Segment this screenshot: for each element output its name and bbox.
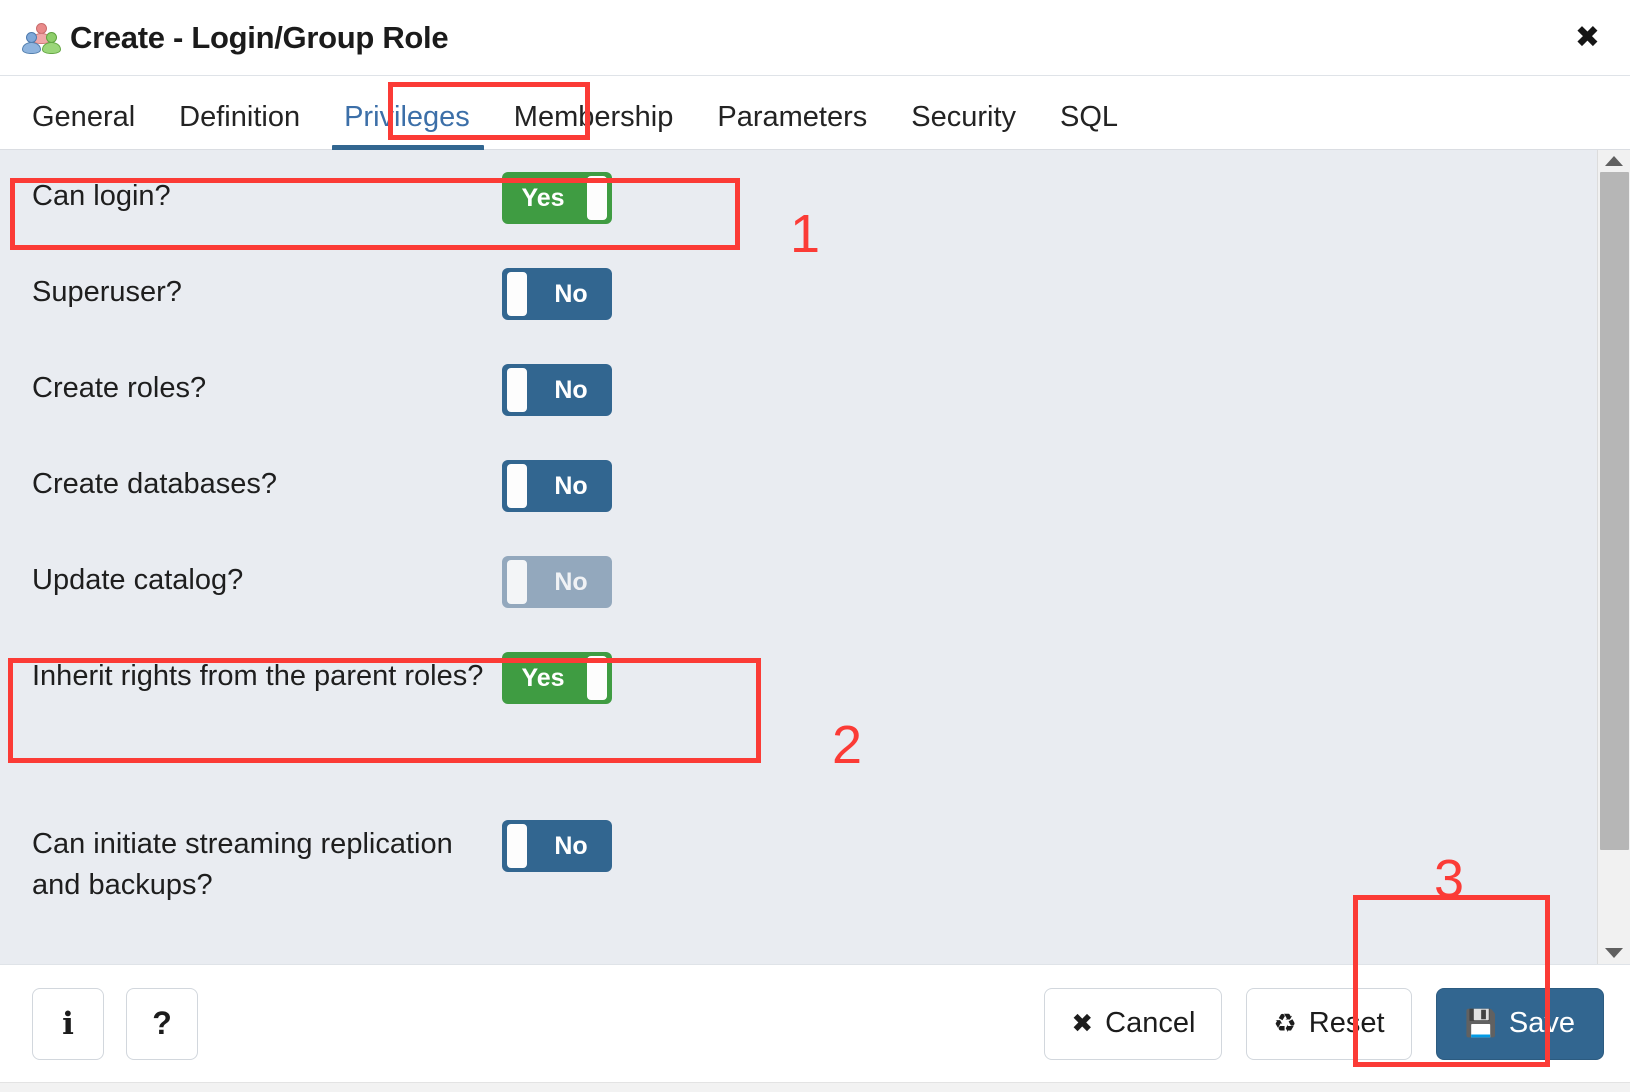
tab-sql[interactable]: SQL [1038, 103, 1140, 149]
scrollbar-track[interactable] [1598, 172, 1630, 942]
toggle-value-inherit-rights-from-the-parent-roles: Yes [521, 663, 565, 692]
group-role-icon [22, 21, 62, 55]
toggle-value-can-login: Yes [521, 183, 565, 212]
toggle-cell-create-databases: No [502, 438, 612, 512]
save-button[interactable]: 💾 Save [1435, 987, 1604, 1060]
tab-membership[interactable]: Membership [492, 103, 696, 149]
field-row-can-login: Can login? Yes [0, 150, 1597, 246]
tab-bar: General Definition Privileges Membership Par… [0, 76, 1630, 153]
recycle-icon: ♻ [1273, 1008, 1297, 1039]
toggle-knob [507, 560, 527, 604]
toggle-cell-can-initiate-streaming-replication-and-backups: No [502, 798, 612, 872]
reset-button[interactable]: ♻ Reset [1246, 987, 1412, 1060]
field-row-inherit-rights-from-the-parent-roles: Inherit rights from the parent roles? Yes [0, 630, 1597, 798]
field-label-update-catalog: Update catalog? [32, 564, 244, 596]
dialog-title: Create - Login/Group Role [70, 19, 449, 55]
field-row-create-roles: Create roles? No [0, 342, 1597, 438]
scrollbar-thumb[interactable] [1599, 172, 1629, 850]
toggle-value-superuser: No [554, 279, 588, 308]
field-label-create-roles: Create roles? [32, 372, 207, 404]
footer-action-group: ✖ Cancel ♻ Reset 💾 Save [1044, 987, 1604, 1060]
toggle-value-create-roles: No [554, 375, 588, 404]
toggle-can-login[interactable]: Yes [502, 172, 612, 224]
field-label-can-initiate-streaming-replication-and-backups: Can initiate streaming replication and b… [32, 828, 453, 902]
toggle-value-create-databases: No [554, 471, 588, 500]
field-label-superuser: Superuser? [32, 276, 182, 308]
toggle-cell-can-login: Yes [502, 150, 612, 224]
toggle-update-catalog: No [502, 556, 612, 608]
tab-parameters[interactable]: Parameters [695, 103, 889, 149]
field-label-inherit-rights-from-the-parent-roles: Inherit rights from the parent roles? [32, 660, 484, 692]
floppy-disk-icon: 💾 [1464, 1008, 1497, 1039]
toggle-knob [507, 272, 527, 316]
create-login-group-role-dialog: Create - Login/Group Role ✖ General Defin… [0, 0, 1630, 1092]
toggle-knob [507, 824, 527, 868]
vertical-scrollbar[interactable] [1597, 150, 1630, 964]
question-mark-icon: ? [152, 1005, 172, 1041]
dialog-footer: i ? ✖ Cancel ♻ Reset 💾 Save [0, 964, 1630, 1082]
tab-definition[interactable]: Definition [157, 103, 322, 149]
privileges-field-list: Can login? Yes Superuser? No Create roles? No… [0, 150, 1597, 964]
tab-privileges[interactable]: Privileges [322, 103, 492, 153]
toggle-cell-update-catalog: No [502, 534, 612, 608]
toggle-value-update-catalog: No [554, 567, 588, 596]
toggle-superuser[interactable]: No [502, 268, 612, 320]
field-row-superuser: Superuser? No [0, 246, 1597, 342]
help-button[interactable]: ? [126, 987, 198, 1060]
close-x-icon: ✖ [1071, 1008, 1094, 1039]
field-row-create-databases: Create databases? No [0, 438, 1597, 534]
toggle-cell-create-roles: No [502, 342, 612, 416]
toggle-cell-inherit-rights-from-the-parent-roles: Yes [502, 630, 612, 704]
dialog-titlebar: Create - Login/Group Role ✖ [0, 0, 1630, 76]
toggle-knob [587, 176, 607, 220]
close-icon[interactable]: ✖ [1569, 19, 1606, 57]
toggle-knob [507, 368, 527, 412]
toggle-value-can-initiate-streaming-replication-and-backups: No [554, 831, 588, 860]
info-icon: i [62, 1005, 74, 1042]
cancel-label: Cancel [1105, 1007, 1196, 1039]
window-bottom-edge [0, 1082, 1630, 1092]
scroll-down-arrow[interactable] [1598, 942, 1630, 964]
info-button[interactable]: i [32, 987, 104, 1060]
toggle-can-initiate-streaming-replication-and-backups[interactable]: No [502, 820, 612, 872]
tab-general[interactable]: General [26, 103, 157, 149]
toggle-create-databases[interactable]: No [502, 460, 612, 512]
toggle-inherit-rights-from-the-parent-roles[interactable]: Yes [502, 652, 612, 704]
save-label: Save [1508, 1007, 1575, 1039]
toggle-cell-superuser: No [502, 246, 612, 320]
toggle-knob [507, 464, 527, 508]
field-label-can-login: Can login? [32, 180, 171, 212]
toggle-knob [587, 656, 607, 700]
privileges-panel: Can login? Yes Superuser? No Create roles? No… [0, 150, 1630, 964]
field-label-create-databases: Create databases? [32, 468, 278, 500]
reset-label: Reset [1308, 1007, 1385, 1039]
tab-security[interactable]: Security [889, 103, 1038, 149]
cancel-button[interactable]: ✖ Cancel [1044, 987, 1223, 1060]
scroll-up-arrow[interactable] [1598, 150, 1630, 172]
field-row-can-initiate-streaming-replication-and-backups: Can initiate streaming replication and b… [0, 798, 1597, 964]
toggle-create-roles[interactable]: No [502, 364, 612, 416]
field-row-update-catalog: Update catalog? No [0, 534, 1597, 630]
